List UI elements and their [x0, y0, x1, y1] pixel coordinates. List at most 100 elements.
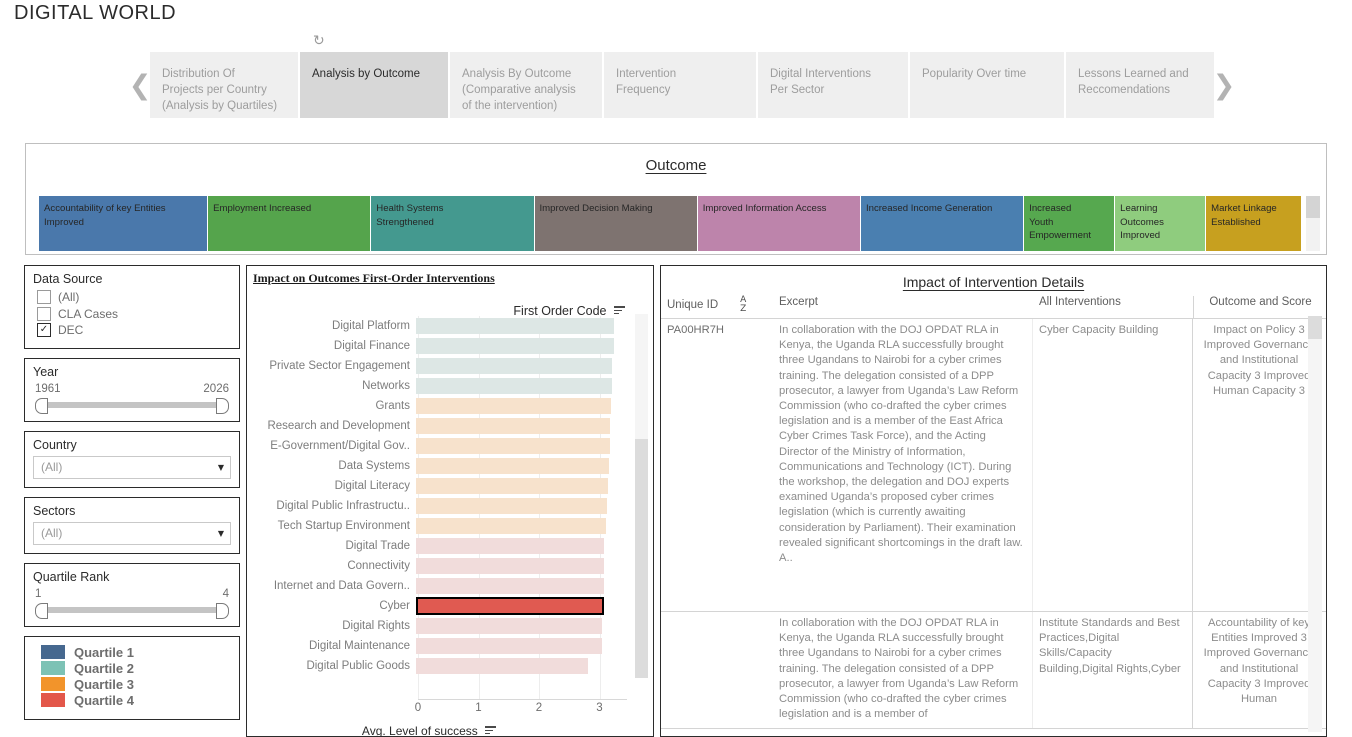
- table-row[interactable]: PA00HR7H In collaboration with the DOJ OP…: [661, 319, 1326, 612]
- tab-3[interactable]: Intervention Frequency: [604, 52, 756, 118]
- tab-1[interactable]: Analysis by Outcome: [300, 52, 448, 118]
- year-slider-handle-right[interactable]: [216, 397, 229, 414]
- table-row[interactable]: In collaboration with the DOJ OPDAT RLA …: [661, 612, 1326, 730]
- data-source-option-1[interactable]: CLA Cases: [37, 306, 231, 321]
- chart-bar-row[interactable]: Digital Trade: [255, 536, 627, 556]
- checkbox-icon[interactable]: ✓: [37, 323, 51, 337]
- chart-bar-row[interactable]: Grants: [255, 396, 627, 416]
- chart-bar[interactable]: [416, 597, 604, 615]
- chart-bar[interactable]: [416, 318, 614, 334]
- year-range-slider[interactable]: [35, 397, 229, 414]
- tab-0[interactable]: Distribution Of Projects per Country (An…: [150, 52, 298, 118]
- chart-bar-row[interactable]: Internet and Data Govern..: [255, 576, 627, 596]
- sectors-dropdown[interactable]: (All) ▼: [33, 521, 231, 545]
- outcome-bar-6[interactable]: Increased Youth Empowerment: [1024, 196, 1116, 251]
- outcome-bar-3[interactable]: Improved Decision Making: [534, 196, 698, 251]
- chart-bar[interactable]: [416, 538, 605, 554]
- chart-bar[interactable]: [416, 458, 609, 474]
- refresh-icon[interactable]: ↻: [313, 33, 325, 49]
- filter-sectors: Sectors (All) ▼: [24, 496, 240, 554]
- data-source-option-0[interactable]: (All): [37, 290, 231, 304]
- chart-bar[interactable]: [416, 558, 604, 574]
- chart-bar-row[interactable]: Digital Public Infrastructu..: [255, 496, 627, 516]
- filter-data-source-label: Data Source: [33, 272, 103, 286]
- chart-bar-row[interactable]: Connectivity: [255, 556, 627, 576]
- outcome-scrollbar[interactable]: [1306, 196, 1320, 251]
- chevron-left-icon[interactable]: ❮: [129, 52, 152, 118]
- checkbox-icon[interactable]: [37, 290, 51, 304]
- chart-bar[interactable]: [416, 618, 602, 634]
- outcome-legend-panel: Outcome Accountability of key Entities I…: [25, 143, 1327, 255]
- outcome-bar-1[interactable]: Employment Increased: [208, 196, 372, 251]
- sort-descending-icon[interactable]: [614, 306, 625, 316]
- filter-sidebar: Data Source (All) CLA Cases ✓ DEC Year 1961…: [24, 265, 240, 720]
- chart-bar[interactable]: [416, 438, 610, 454]
- chart-bar[interactable]: [416, 398, 611, 414]
- chart-bar-row[interactable]: E-Government/Digital Gov..: [255, 436, 627, 456]
- data-source-option-2[interactable]: ✓ DEC: [37, 323, 231, 337]
- tab-4[interactable]: Digital Interventions Per Sector: [758, 52, 908, 118]
- chart-scrollbar[interactable]: [635, 314, 648, 678]
- chart-bar-label: Digital Platform: [332, 320, 410, 332]
- column-header-unique-id[interactable]: Unique ID AZ: [661, 296, 773, 318]
- outcome-bar-4[interactable]: Improved Information Access: [697, 196, 861, 251]
- chart-bar-label: Digital Literacy: [334, 480, 410, 492]
- chart-bar-track: [416, 616, 627, 636]
- outcome-bar-5[interactable]: Increased Income Generation: [860, 196, 1025, 251]
- chart-bar-track: [416, 436, 627, 456]
- chart-bar-row[interactable]: Digital Platform: [255, 316, 627, 336]
- chart-bar-row[interactable]: Digital Finance: [255, 336, 627, 356]
- chart-bar-row[interactable]: Cyber: [255, 596, 627, 616]
- chart-bar[interactable]: [416, 658, 589, 674]
- chart-bar[interactable]: [416, 358, 613, 374]
- chevron-right-icon[interactable]: ❯: [1213, 52, 1236, 118]
- chart-bar-row[interactable]: Tech Startup Environment: [255, 516, 627, 536]
- sort-descending-icon[interactable]: [485, 726, 497, 736]
- sort-az-icon[interactable]: AZ: [740, 296, 746, 314]
- details-scrollbar[interactable]: [1308, 316, 1322, 732]
- chart-bar-row[interactable]: Networks: [255, 376, 627, 396]
- chart-bar-row[interactable]: Digital Literacy: [255, 476, 627, 496]
- chart-bar[interactable]: [416, 638, 602, 654]
- tab-5[interactable]: Popularity Over time: [910, 52, 1064, 118]
- quartile-legend-item-0[interactable]: Quartile 1: [41, 645, 229, 660]
- chart-bar-row[interactable]: Data Systems: [255, 456, 627, 476]
- chart-bar-row[interactable]: Research and Development: [255, 416, 627, 436]
- outcome-title: Outcome: [645, 157, 707, 174]
- chart-bar[interactable]: [416, 498, 607, 514]
- chart-bar[interactable]: [416, 578, 604, 594]
- quartile-range-slider[interactable]: [35, 602, 229, 619]
- quartile-range-labels: 1 4: [35, 588, 229, 600]
- outcome-bar-7[interactable]: Learning Outcomes Improved: [1115, 196, 1207, 251]
- tab-6[interactable]: Lessons Learned and Reccomendations: [1066, 52, 1214, 118]
- chart-bar-row[interactable]: Private Sector Engagement: [255, 356, 627, 376]
- year-slider-handle-left[interactable]: [35, 397, 48, 414]
- outcome-bar-2[interactable]: Health Systems Strengthened: [371, 196, 535, 251]
- chart-bar[interactable]: [416, 418, 611, 434]
- chart-bar-row[interactable]: Digital Maintenance: [255, 636, 627, 656]
- quartile-legend-item-3[interactable]: Quartile 4: [41, 693, 229, 708]
- chart-bar-row[interactable]: Digital Public Goods: [255, 656, 627, 676]
- column-header-outcome-and-score[interactable]: Outcome and Score: [1193, 296, 1325, 318]
- column-header-excerpt[interactable]: Excerpt: [773, 296, 1033, 318]
- chart-bar-row[interactable]: Digital Rights: [255, 616, 627, 636]
- chart-bar-track: [416, 516, 627, 536]
- outcome-bar-8[interactable]: Market Linkage Established: [1206, 196, 1303, 251]
- tab-2[interactable]: Analysis By Outcome (Comparative analysi…: [450, 52, 602, 118]
- quartile-legend-item-2[interactable]: Quartile 3: [41, 677, 229, 692]
- chart-bar[interactable]: [416, 338, 614, 354]
- chart-bar[interactable]: [416, 378, 613, 394]
- quartile-legend-item-1[interactable]: Quartile 2: [41, 661, 229, 676]
- outcome-bar-0[interactable]: Accountability of key Entities Improved: [39, 196, 209, 251]
- country-dropdown[interactable]: (All) ▼: [33, 455, 231, 479]
- data-source-option-label: DEC: [58, 323, 84, 337]
- checkbox-icon[interactable]: [37, 306, 51, 321]
- quartile-slider-handle-right[interactable]: [216, 602, 229, 619]
- chart-bar-track: [416, 576, 627, 596]
- chart-bar[interactable]: [416, 478, 608, 494]
- column-header-all-interventions[interactable]: All Interventions: [1033, 296, 1193, 318]
- quartile-slider-handle-left[interactable]: [35, 602, 48, 619]
- chart-bar[interactable]: [416, 518, 606, 534]
- cell-unique-id: PA00HR7H: [667, 324, 724, 336]
- chart-bar-track: [416, 356, 627, 376]
